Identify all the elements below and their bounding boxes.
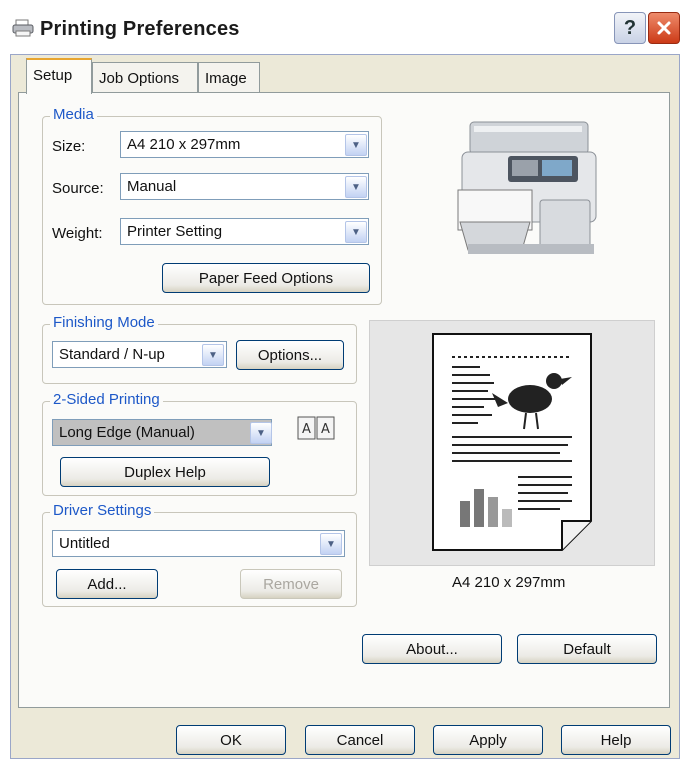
page-preview-image <box>432 333 592 551</box>
source-select[interactable]: Manual <box>120 173 369 200</box>
chevron-down-icon[interactable]: ▼ <box>202 344 224 366</box>
driver-settings-legend: Driver Settings <box>50 502 155 519</box>
size-select[interactable]: A4 210 x 297mm <box>120 131 369 158</box>
book-binding-icon: A A <box>296 415 336 441</box>
svg-text:A: A <box>321 422 330 437</box>
driver-settings-select[interactable]: Untitled <box>52 530 345 557</box>
title-help-button[interactable]: ? <box>614 12 646 44</box>
close-icon <box>657 21 671 35</box>
window-title: Printing Preferences <box>40 18 240 40</box>
printer-app-icon <box>12 19 34 37</box>
weight-select[interactable]: Printer Setting <box>120 218 369 245</box>
svg-text:A: A <box>302 422 311 437</box>
two-sided-value: Long Edge (Manual) <box>59 424 195 441</box>
add-button[interactable]: Add... <box>56 569 158 599</box>
printer-image <box>448 112 608 262</box>
tab-image[interactable]: Image <box>198 62 260 92</box>
tab-job-options[interactable]: Job Options <box>92 62 198 92</box>
size-label: Size: <box>52 138 86 155</box>
remove-button[interactable]: Remove <box>240 569 342 599</box>
driver-settings-value: Untitled <box>59 535 110 552</box>
media-legend: Media <box>50 106 97 123</box>
ok-button[interactable]: OK <box>176 725 286 755</box>
about-button[interactable]: About... <box>362 634 502 664</box>
two-sided-select[interactable]: Long Edge (Manual) <box>52 419 272 446</box>
chevron-down-icon[interactable]: ▼ <box>345 176 367 198</box>
finishing-mode-legend: Finishing Mode <box>50 314 158 331</box>
source-label: Source: <box>52 180 104 197</box>
weight-value: Printer Setting <box>127 223 223 240</box>
chevron-down-icon[interactable]: ▼ <box>320 533 342 555</box>
close-button[interactable] <box>648 12 680 44</box>
chevron-down-icon[interactable]: ▼ <box>345 221 367 243</box>
weight-label: Weight: <box>52 225 103 242</box>
options-button[interactable]: Options... <box>236 340 344 370</box>
paper-feed-options-button[interactable]: Paper Feed Options <box>162 263 370 293</box>
two-sided-legend: 2-Sided Printing <box>50 391 163 408</box>
help-button[interactable]: Help <box>561 725 671 755</box>
chevron-down-icon[interactable]: ▼ <box>345 134 367 156</box>
apply-button[interactable]: Apply <box>433 725 543 755</box>
default-button[interactable]: Default <box>517 634 657 664</box>
paper-size-label: A4 210 x 297mm <box>452 574 566 591</box>
tab-setup[interactable]: Setup <box>26 58 92 94</box>
duplex-help-button[interactable]: Duplex Help <box>60 457 270 487</box>
size-value: A4 210 x 297mm <box>127 136 241 153</box>
cancel-button[interactable]: Cancel <box>305 725 415 755</box>
chevron-down-icon[interactable]: ▼ <box>250 422 272 444</box>
source-value: Manual <box>127 178 177 195</box>
finishing-mode-select[interactable]: Standard / N-up <box>52 341 227 368</box>
finishing-mode-value: Standard / N-up <box>59 346 165 363</box>
